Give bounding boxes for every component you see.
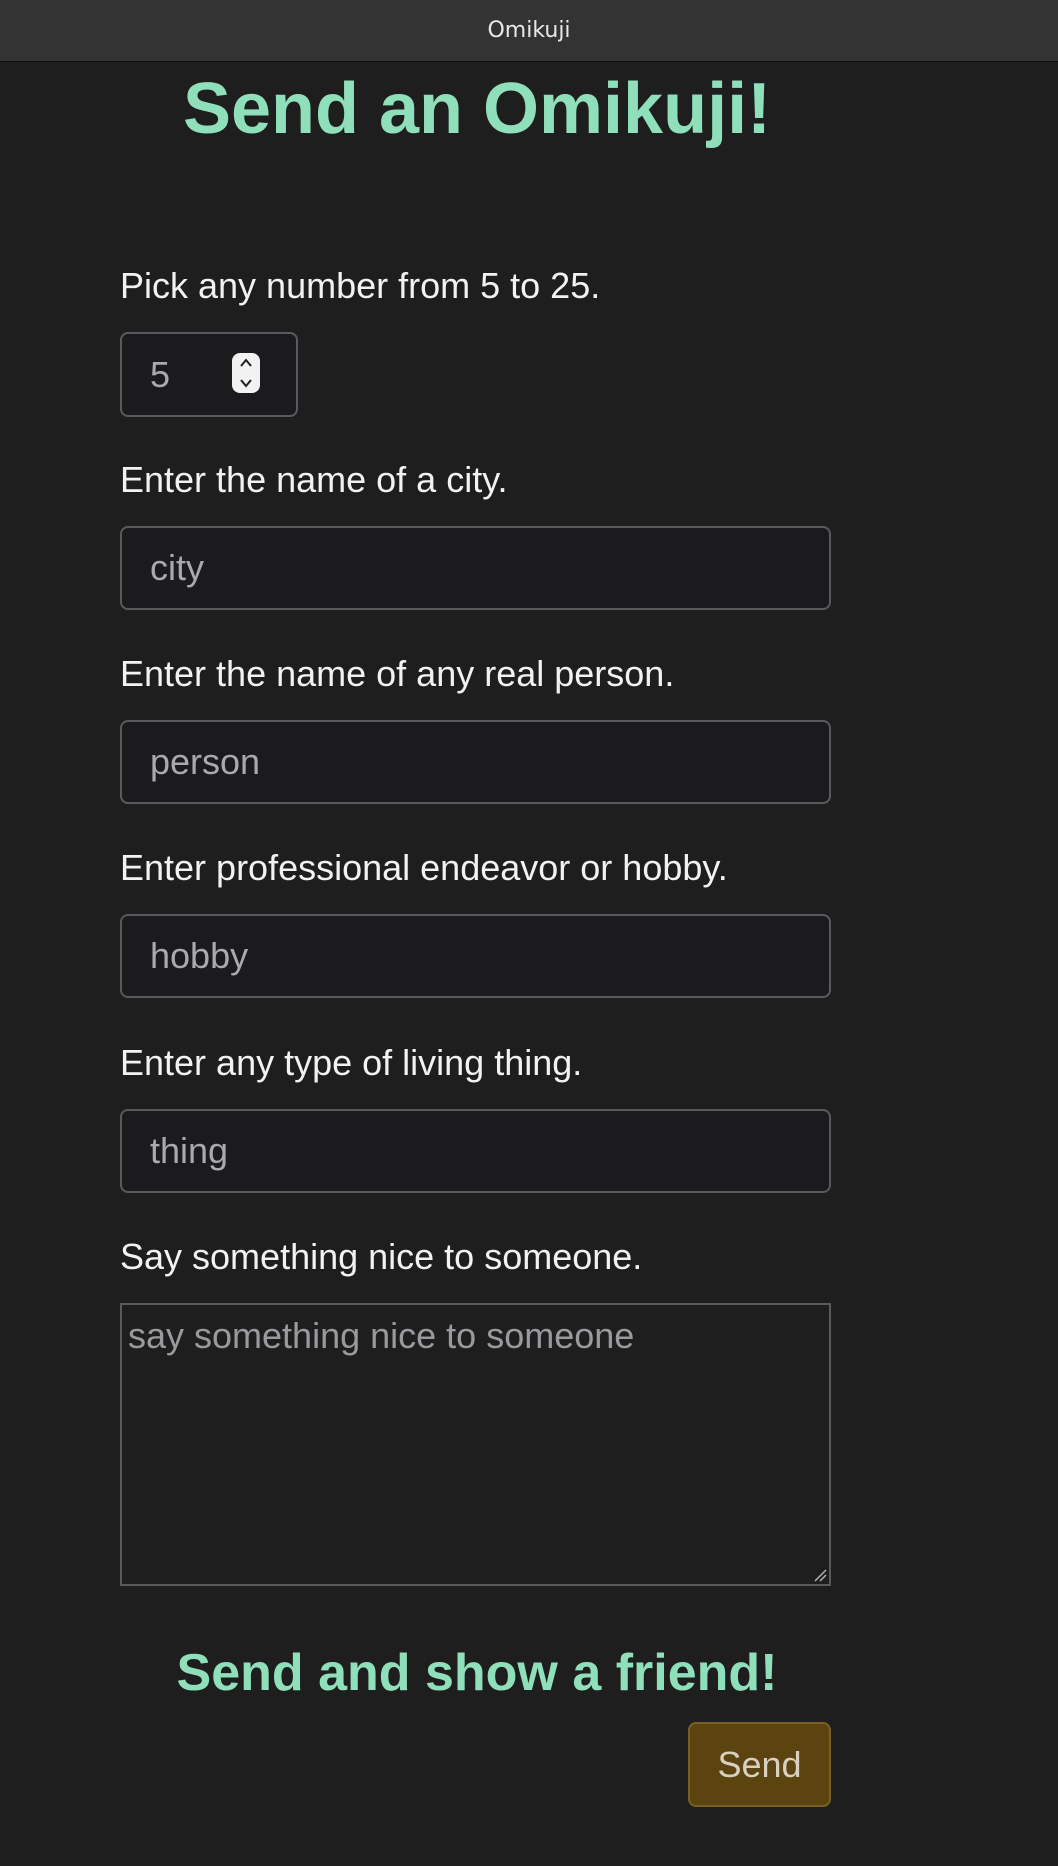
- page-title: Send an Omikuji!: [182, 69, 772, 149]
- person-label: Enter the name of any real person.: [120, 653, 675, 694]
- city-input[interactable]: [120, 526, 831, 610]
- send-button[interactable]: Send: [688, 1722, 831, 1807]
- number-value: 5: [150, 353, 171, 395]
- chevron-down-icon[interactable]: [238, 376, 254, 390]
- number-input[interactable]: 5: [120, 332, 298, 417]
- person-input[interactable]: [120, 720, 831, 804]
- window-title: Omikuji: [487, 18, 571, 43]
- thing-input[interactable]: [120, 1109, 831, 1193]
- nice-label: Say something nice to someone.: [120, 1236, 643, 1277]
- nice-textarea[interactable]: [120, 1303, 831, 1586]
- send-heading: Send and show a friend!: [176, 1644, 778, 1702]
- number-stepper[interactable]: [232, 353, 260, 393]
- hobby-label: Enter professional endeavor or hobby.: [120, 847, 728, 888]
- resize-grip-icon[interactable]: [813, 1568, 827, 1582]
- city-label: Enter the name of a city.: [120, 459, 508, 500]
- hobby-input[interactable]: [120, 914, 831, 998]
- window-titlebar: Omikuji: [0, 0, 1058, 62]
- chevron-up-icon[interactable]: [238, 356, 254, 370]
- thing-label: Enter any type of living thing.: [120, 1042, 583, 1083]
- number-label: Pick any number from 5 to 25.: [120, 265, 601, 306]
